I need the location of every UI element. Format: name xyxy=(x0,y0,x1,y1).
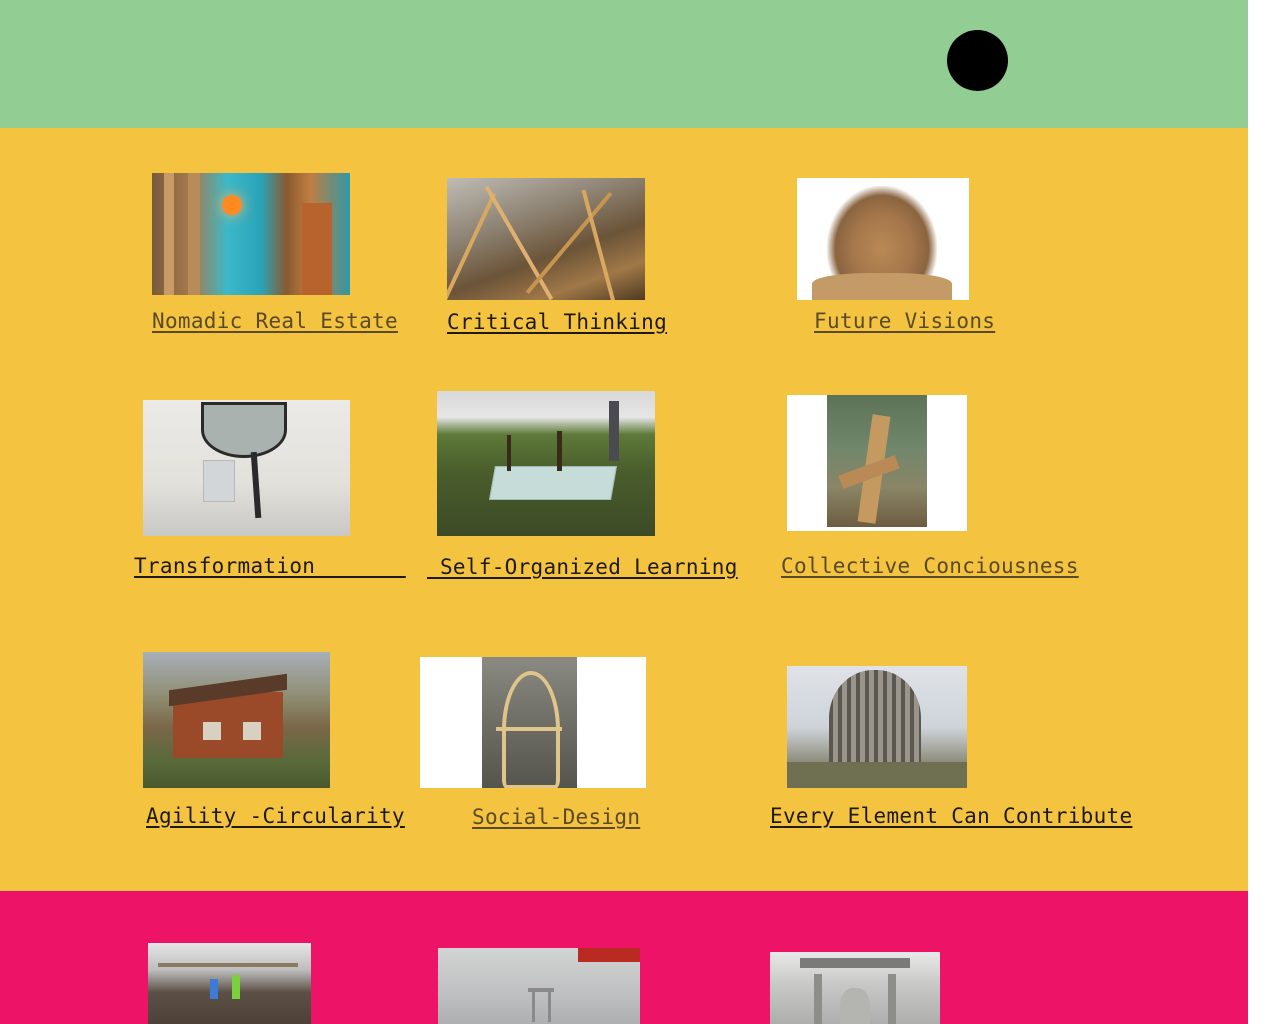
project-photo-agility-circularity[interactable] xyxy=(143,652,330,788)
project-link-agility-circularity[interactable]: Agility -Circularity xyxy=(146,804,405,828)
project-photo-collective-conciousness[interactable] xyxy=(787,395,967,531)
project-link-social-design[interactable]: Social-Design xyxy=(472,805,640,829)
footer-photo-band xyxy=(0,891,1248,1024)
project-link-transformation[interactable]: Transformation xyxy=(134,554,406,578)
project-photo-future-visions[interactable] xyxy=(797,178,969,300)
project-link-critical-thinking[interactable]: Critical Thinking xyxy=(447,310,667,334)
project-link-every-element-can-contribute[interactable]: Every Element Can Contribute xyxy=(770,804,1132,828)
project-photo-social-design[interactable] xyxy=(420,657,646,788)
project-photo-critical-thinking[interactable] xyxy=(447,178,645,300)
misty-torii-gate-photo[interactable] xyxy=(438,948,640,1024)
black-circle-menu-icon[interactable] xyxy=(947,30,1008,91)
scaffold-construction-photo[interactable] xyxy=(148,943,311,1024)
project-link-nomadic-real-estate[interactable]: Nomadic Real Estate xyxy=(152,309,398,333)
project-photo-nomadic-real-estate[interactable] xyxy=(152,173,350,295)
project-photo-every-element-can-contribute[interactable] xyxy=(787,666,967,788)
classical-facade-photo[interactable] xyxy=(770,952,940,1024)
header-bar xyxy=(0,0,1248,128)
project-photo-self-organized-learning[interactable] xyxy=(437,391,655,536)
project-link-future-visions[interactable]: Future Visions xyxy=(814,309,995,333)
project-photo-transformation[interactable] xyxy=(143,400,350,536)
project-link-collective-conciousness[interactable]: Collective Conciousness xyxy=(781,554,1079,578)
project-link-self-organized-learning[interactable]: _Self-Organized Learning xyxy=(427,555,738,579)
page: Nomadic Real Estate Critical Thinking Fu… xyxy=(0,0,1280,1024)
